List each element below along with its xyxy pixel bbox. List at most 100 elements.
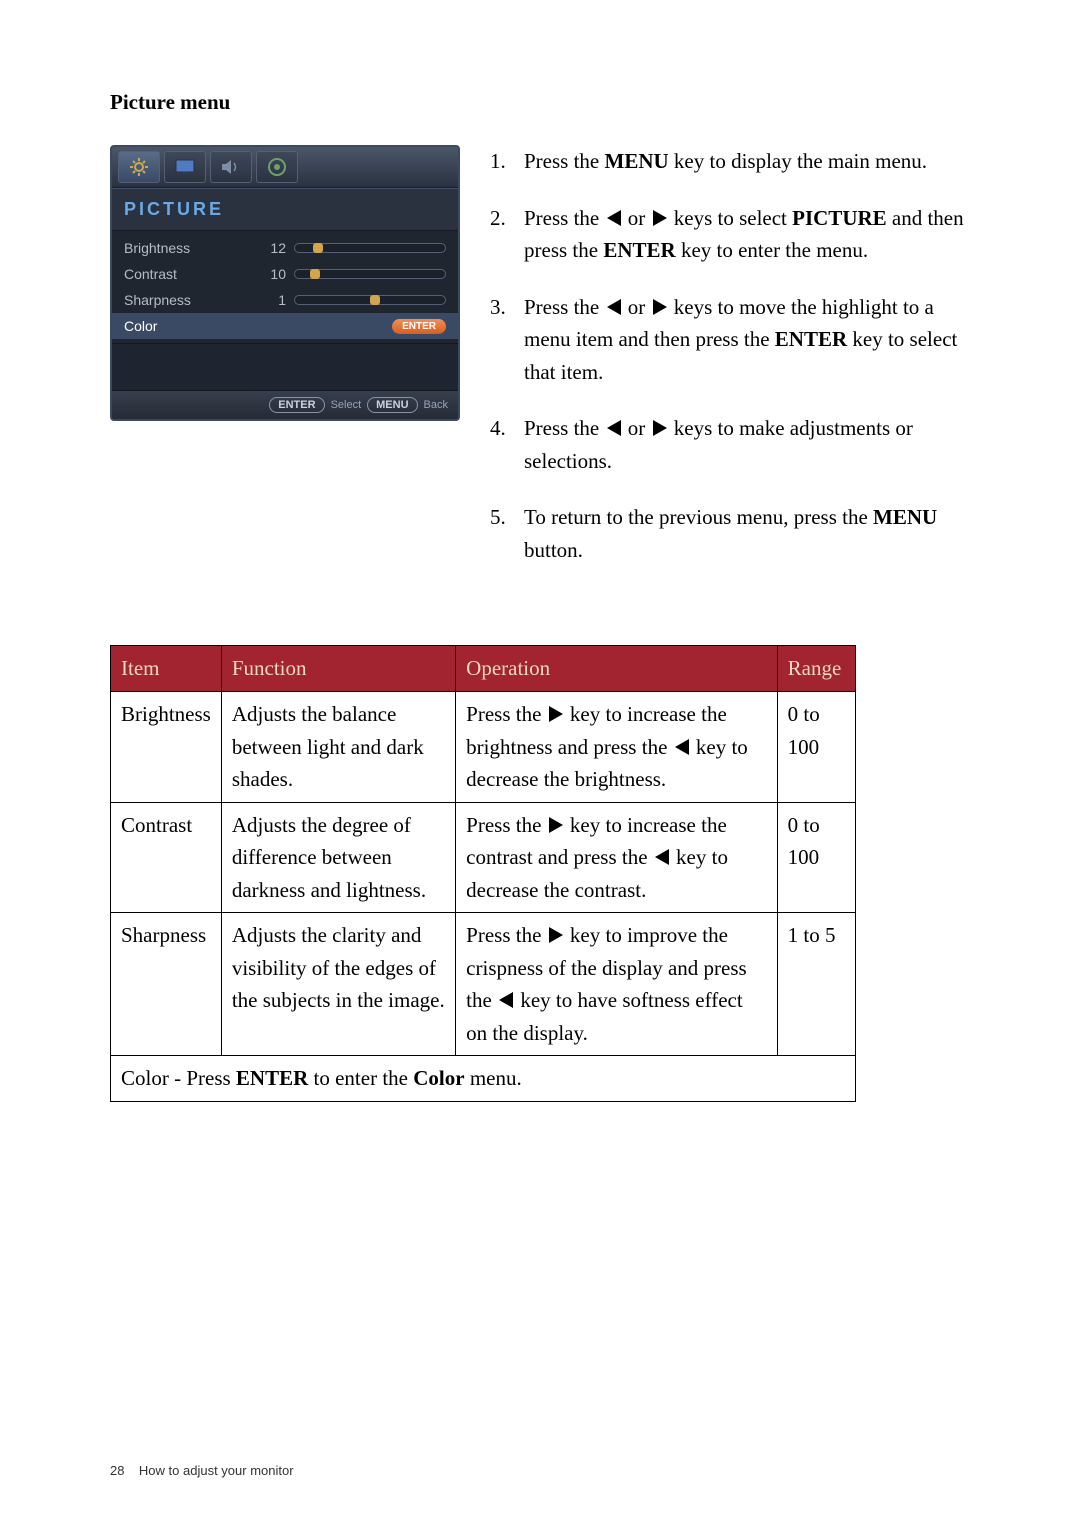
cell-item: Sharpness bbox=[111, 913, 222, 1056]
right-arrow-icon bbox=[549, 706, 563, 722]
key-name: PICTURE bbox=[792, 206, 887, 230]
osd-footer: ENTER Select MENU Back bbox=[112, 391, 458, 419]
cell-operation: Press the key to improve the crispness o… bbox=[456, 913, 778, 1056]
osd-slider[interactable] bbox=[294, 269, 446, 279]
osd-row-contrast[interactable]: Contrast 10 bbox=[112, 261, 458, 287]
cell-function: Adjusts the balance between light and da… bbox=[221, 692, 455, 803]
key-name: ENTER bbox=[603, 238, 675, 262]
text-run: Press the bbox=[524, 295, 605, 319]
left-arrow-icon bbox=[675, 739, 689, 755]
text-run: keys to select bbox=[669, 206, 793, 230]
instruction-list: Press the MENU key to display the main m… bbox=[490, 145, 980, 590]
osd-section-title: PICTURE bbox=[112, 188, 458, 231]
cell-range: 0 to 100 bbox=[777, 692, 855, 803]
table-footer-row: Color - Press ENTER to enter the Color m… bbox=[111, 1056, 856, 1102]
table-row: Brightness Adjusts the balance between l… bbox=[111, 692, 856, 803]
right-arrow-icon bbox=[653, 210, 667, 226]
osd-tab-audio[interactable] bbox=[210, 151, 252, 183]
right-arrow-icon bbox=[549, 927, 563, 943]
table-row: Sharpness Adjusts the clarity and visibi… bbox=[111, 913, 856, 1056]
col-range: Range bbox=[777, 646, 855, 692]
cell-range: 0 to 100 bbox=[777, 802, 855, 913]
right-arrow-icon bbox=[653, 299, 667, 315]
picture-menu-table: Item Function Operation Range Brightness… bbox=[110, 645, 856, 1102]
cell-range: 1 to 5 bbox=[777, 913, 855, 1056]
display-icon bbox=[175, 159, 195, 175]
key-name: MENU bbox=[605, 149, 669, 173]
gear-icon bbox=[267, 157, 287, 177]
osd-row-brightness[interactable]: Brightness 12 bbox=[112, 235, 458, 261]
instruction-item: To return to the previous menu, press th… bbox=[490, 501, 980, 566]
footer-back-text: Back bbox=[424, 399, 448, 411]
text-run: Press the bbox=[524, 206, 605, 230]
page-number: 28 bbox=[110, 1463, 124, 1478]
osd-row-color[interactable]: Color ENTER bbox=[112, 313, 458, 339]
text-run: Color - Press bbox=[121, 1066, 236, 1090]
right-arrow-icon bbox=[549, 817, 563, 833]
instruction-item: Press the or keys to select PICTURE and … bbox=[490, 202, 980, 267]
osd-label: Contrast bbox=[124, 266, 244, 282]
col-item: Item bbox=[111, 646, 222, 692]
osd-label: Brightness bbox=[124, 240, 244, 256]
text-run: Press the bbox=[524, 416, 605, 440]
osd-value: 10 bbox=[244, 266, 294, 282]
page-section: How to adjust your monitor bbox=[139, 1463, 294, 1478]
table-header-row: Item Function Operation Range bbox=[111, 646, 856, 692]
right-arrow-icon bbox=[653, 420, 667, 436]
text-run: menu. bbox=[465, 1066, 522, 1090]
brightness-icon bbox=[130, 158, 148, 176]
osd-slider[interactable] bbox=[294, 295, 446, 305]
key-name: ENTER bbox=[775, 327, 847, 351]
footer-menu-pill: MENU bbox=[367, 397, 417, 413]
text-run: key to display the main menu. bbox=[669, 149, 927, 173]
osd-blank-area bbox=[112, 343, 458, 391]
cell-function: Adjusts the degree of difference between… bbox=[221, 802, 455, 913]
osd-tab-display[interactable] bbox=[164, 151, 206, 183]
key-name: MENU bbox=[873, 505, 937, 529]
instruction-item: Press the or keys to make adjustments or… bbox=[490, 412, 980, 477]
left-arrow-icon bbox=[607, 210, 621, 226]
cell-operation: Press the key to increase the contrast a… bbox=[456, 802, 778, 913]
text-run: Press the bbox=[466, 923, 547, 947]
page-footer: 28 How to adjust your monitor bbox=[110, 1463, 294, 1478]
osd-slider[interactable] bbox=[294, 243, 446, 253]
osd-value: 1 bbox=[244, 292, 294, 308]
left-arrow-icon bbox=[499, 992, 513, 1008]
text-run: Press the bbox=[466, 813, 547, 837]
text-run: Press the bbox=[524, 149, 605, 173]
enter-badge[interactable]: ENTER bbox=[392, 319, 446, 334]
cell-function: Adjusts the clarity and visibility of th… bbox=[221, 913, 455, 1056]
osd-tab-bar bbox=[112, 147, 458, 188]
instruction-item: Press the or keys to move the highlight … bbox=[490, 291, 980, 389]
key-name: Color bbox=[413, 1066, 464, 1090]
col-function: Function bbox=[221, 646, 455, 692]
speaker-icon bbox=[221, 159, 241, 175]
osd-label: Sharpness bbox=[124, 292, 244, 308]
left-arrow-icon bbox=[607, 420, 621, 436]
osd-tab-system[interactable] bbox=[256, 151, 298, 183]
cell-operation: Press the key to increase the brightness… bbox=[456, 692, 778, 803]
instruction-item: Press the MENU key to display the main m… bbox=[490, 145, 980, 178]
cell-item: Contrast bbox=[111, 802, 222, 913]
left-arrow-icon bbox=[607, 299, 621, 315]
key-name: ENTER bbox=[236, 1066, 308, 1090]
osd-row-sharpness[interactable]: Sharpness 1 bbox=[112, 287, 458, 313]
osd-value: 12 bbox=[244, 240, 294, 256]
page-title: Picture menu bbox=[110, 90, 980, 115]
text-run: To return to the previous menu, press th… bbox=[524, 505, 873, 529]
top-row: PICTURE Brightness 12 Contrast 10 Sharpn… bbox=[110, 145, 980, 590]
text-run: button. bbox=[524, 538, 583, 562]
osd-label: Color bbox=[124, 318, 244, 334]
col-operation: Operation bbox=[456, 646, 778, 692]
footer-enter-pill: ENTER bbox=[269, 397, 324, 413]
text-run: to enter the bbox=[308, 1066, 413, 1090]
footer-select-text: Select bbox=[331, 399, 362, 411]
cell-color-note: Color - Press ENTER to enter the Color m… bbox=[111, 1056, 856, 1102]
osd-item-list: Brightness 12 Contrast 10 Sharpness 1 Co… bbox=[112, 231, 458, 343]
text-run: key to enter the menu. bbox=[676, 238, 868, 262]
left-arrow-icon bbox=[655, 849, 669, 865]
osd-tab-picture[interactable] bbox=[118, 151, 160, 183]
table-row: Contrast Adjusts the degree of differenc… bbox=[111, 802, 856, 913]
osd-screenshot: PICTURE Brightness 12 Contrast 10 Sharpn… bbox=[110, 145, 460, 421]
cell-item: Brightness bbox=[111, 692, 222, 803]
